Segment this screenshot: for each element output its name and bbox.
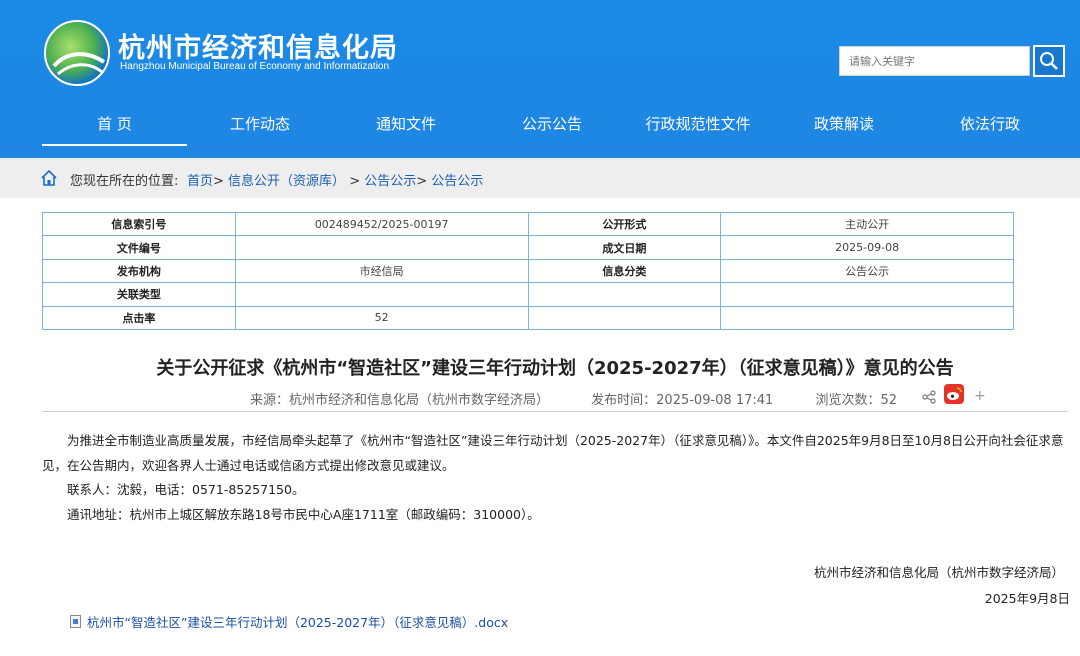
info-key: 信息分类 (527, 258, 722, 284)
main-nav: 首 页 工作动态 通知文件 公示公告 行政规范性文件 政策解读 依法行政 (42, 104, 1042, 146)
weibo-share-icon[interactable] (944, 384, 964, 404)
info-value: 公告公示 (720, 258, 1014, 284)
table-row: 点击率 52 (42, 305, 1014, 330)
breadcrumb-separator: > (416, 174, 432, 189)
info-key: 发布机构 (42, 258, 236, 284)
info-key: 公开形式 (527, 211, 722, 237)
nav-policy-interpretation[interactable]: 政策解读 (784, 104, 904, 146)
signature-date: 2025年9月8日 (984, 591, 1070, 606)
signature-organization: 杭州市经济和信息化局（杭州市数字经济局） (813, 565, 1064, 580)
site-title-english: Hangzhou Municipal Bureau of Economy and… (120, 61, 390, 72)
breadcrumb-separator: > (345, 174, 365, 189)
breadcrumb-link-info-open[interactable]: 信息公开（资源库） (228, 174, 345, 189)
nav-notices[interactable]: 通知文件 (346, 104, 466, 146)
breadcrumb-prefix: 您现在所在的位置: (70, 174, 179, 189)
article-paragraph: 联系人：沈毅，电话：0571-85257150。 (67, 482, 305, 497)
share-icon[interactable] (922, 390, 936, 404)
info-key: 信息索引号 (42, 211, 236, 237)
breadcrumb-link-announcement-1[interactable]: 公告公示 (364, 174, 416, 189)
info-value: 52 (234, 305, 529, 330)
document-file-icon (70, 615, 81, 628)
nav-work-news[interactable]: 工作动态 (200, 104, 320, 146)
breadcrumb-separator: > (213, 174, 229, 189)
article-paragraph: 为推进全市制造业高质量发展，市经信局牵头起草了《杭州市“智造社区”建设三年行动计… (42, 433, 1064, 473)
article-title: 关于公开征求《杭州市“智造社区”建设三年行动计划（2025-2027年）（征求意… (156, 358, 954, 379)
breadcrumb-link-home[interactable]: 首页 (187, 174, 213, 189)
site-header: 杭州市经济和信息化局 Hangzhou Municipal Bureau of … (0, 0, 1080, 158)
article-view-count: 浏览次数：52 (815, 393, 897, 408)
home-icon[interactable] (40, 169, 58, 187)
info-value (720, 282, 1014, 307)
search-icon (1040, 52, 1058, 70)
table-row: 发布机构 市经信局 信息分类 公告公示 (42, 258, 1014, 284)
nav-law-administration[interactable]: 依法行政 (930, 104, 1050, 146)
article-meta: 来源：杭州市经济和信息化局（杭州市数字经济局） 发布时间：2025-09-08 … (250, 389, 935, 408)
info-value: 2025-09-08 (720, 235, 1014, 260)
breadcrumb-links: 首页> 信息公开（资源库） > 公告公示> 公告公示 (187, 170, 483, 189)
info-value (720, 305, 1014, 330)
info-key: 文件编号 (42, 235, 236, 260)
search-input[interactable] (839, 46, 1030, 76)
document-info-table: 信息索引号 002489452/2025-00197 公开形式 主动公开 文件编… (42, 211, 1014, 330)
site-title: 杭州市经济和信息化局 (118, 33, 398, 64)
info-value: 市经信局 (234, 258, 529, 284)
info-value (234, 282, 529, 307)
site-logo-emblem[interactable] (44, 20, 110, 86)
table-row: 信息索引号 002489452/2025-00197 公开形式 主动公开 (42, 211, 1014, 237)
nav-regulatory-docs[interactable]: 行政规范性文件 (638, 104, 758, 146)
more-share-plus-icon[interactable]: + (974, 388, 986, 404)
article-publish-time: 发布时间：2025-09-08 17:41 (591, 393, 774, 408)
info-value (234, 235, 529, 260)
breadcrumb: 您现在所在的位置: 首页> 信息公开（资源库） > 公告公示> 公告公示 (0, 158, 1080, 198)
attachment-download-link[interactable]: 杭州市“智造社区”建设三年行动计划（2025-2027年）（征求意见稿）.doc… (87, 615, 508, 630)
article-source: 来源：杭州市经济和信息化局（杭州市数字经济局） (250, 393, 550, 408)
article-paragraph: 通讯地址：杭州市上城区解放东路18号市民中心A座1711室（邮政编码：31000… (67, 506, 540, 522)
search-button[interactable] (1033, 45, 1065, 77)
table-row: 文件编号 成文日期 2025-09-08 (42, 235, 1014, 260)
info-key: 点击率 (42, 305, 236, 330)
divider (42, 411, 1068, 412)
info-key (527, 282, 722, 307)
info-key: 成文日期 (527, 235, 722, 260)
info-key (527, 305, 722, 330)
info-value: 002489452/2025-00197 (234, 211, 529, 237)
nav-home[interactable]: 首 页 (42, 104, 187, 146)
info-value: 主动公开 (720, 211, 1014, 237)
table-row: 关联类型 (42, 282, 1014, 307)
attachment-row: 杭州市“智造社区”建设三年行动计划（2025-2027年）（征求意见稿）.doc… (70, 612, 508, 631)
info-key: 关联类型 (42, 282, 236, 307)
nav-announcements[interactable]: 公示公告 (492, 104, 612, 146)
breadcrumb-link-announcement-2[interactable]: 公告公示 (431, 174, 483, 189)
article-body: 为推进全市制造业高质量发展，市经信局牵头起草了《杭州市“智造社区”建设三年行动计… (42, 429, 1068, 527)
